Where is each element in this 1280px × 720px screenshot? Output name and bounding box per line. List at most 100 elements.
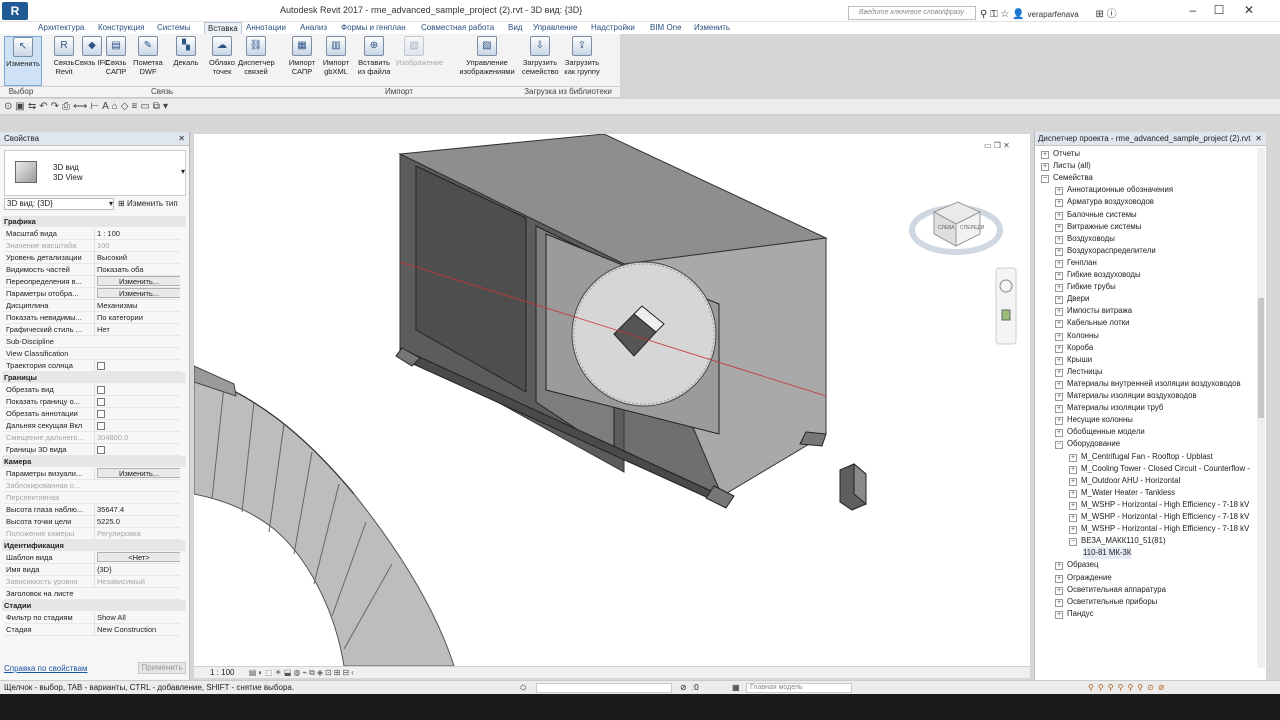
ribbon-panel-label[interactable]: Загрузка из библиотеки (516, 86, 620, 96)
expand-icon[interactable]: + (1055, 574, 1063, 583)
property-value[interactable]: 100 (94, 240, 180, 251)
workset-selector[interactable] (536, 683, 672, 693)
tree-item[interactable]: + Листы (all) (1041, 160, 1091, 172)
view-window-controls[interactable]: ▭ ❐ ✕ (984, 141, 1010, 150)
property-row[interactable]: Переопределения в... Изменить... (4, 276, 180, 288)
expand-icon[interactable]: + (1055, 320, 1063, 329)
property-value[interactable]: Высокий (94, 252, 180, 263)
switch-windows-icon[interactable]: ⧉ (153, 101, 163, 112)
worksets-icon[interactable]: ⛭ (520, 681, 526, 694)
property-value[interactable]: 35647.4 (94, 504, 180, 515)
property-row[interactable]: Масштаб вида 1 : 100 (4, 228, 180, 240)
expand-icon[interactable]: + (1055, 247, 1063, 256)
apply-button[interactable]: Применить (138, 662, 186, 674)
ribbon-button-14[interactable]: ⇪ Загрузить как группу (564, 36, 600, 86)
tree-item[interactable]: + M_WSHP - Horizontal - High Efficiency -… (1069, 523, 1249, 535)
tree-item[interactable]: + Воздуховоды (1055, 233, 1115, 245)
expand-icon[interactable]: + (1055, 393, 1063, 401)
tree-item[interactable]: + Отчеты (1041, 148, 1080, 160)
property-row[interactable]: Имя вида {3D} (4, 564, 180, 576)
subscription-icon[interactable]: ⚿ (990, 9, 998, 20)
property-checkbox[interactable] (94, 420, 180, 431)
property-row[interactable]: Параметры визуали... Изменить... (4, 468, 180, 480)
expand-icon[interactable]: + (1055, 272, 1063, 280)
close-icon[interactable]: ✕ (1255, 132, 1262, 146)
tab-0[interactable]: Архитектура (38, 22, 84, 34)
tab-2[interactable]: Системы (157, 22, 191, 34)
tree-item[interactable]: 110-81 МК-3К (1083, 547, 1132, 560)
expand-icon[interactable]: + (1069, 514, 1077, 522)
property-row[interactable]: Обрезать вид (4, 384, 180, 396)
property-row[interactable]: Фильтр по стадиям Show All (4, 612, 180, 624)
tree-item[interactable]: + M_Centrifugal Fan - Rooftop - Upblast (1069, 451, 1213, 463)
collapse-icon[interactable]: − (1069, 538, 1077, 547)
tree-item[interactable]: + Витражные системы (1055, 221, 1141, 233)
property-value[interactable]: Показать оба (94, 264, 180, 275)
tab-9[interactable]: Управление (533, 22, 577, 34)
property-edit-button[interactable]: Изменить... (94, 468, 180, 479)
property-row[interactable]: Высота глаза наблю... 35647.4 (4, 504, 180, 516)
3d-view-icon[interactable]: ⌂ (112, 101, 121, 112)
design-options-icon[interactable]: ▦ (732, 681, 740, 694)
revit-app-menu-button[interactable]: R (2, 2, 28, 20)
property-row[interactable]: View Classification (4, 348, 180, 360)
tree-item[interactable]: + M_Water Heater - Tankless (1069, 487, 1175, 499)
tree-item[interactable]: + Крыши (1055, 354, 1092, 366)
property-value[interactable]: New Construction (94, 624, 180, 635)
property-row[interactable]: Заблокированная о... (4, 480, 180, 492)
view-controls-icons[interactable]: ▤◐⬚☀⬓◍⌁⧉◈⊡⊞⊟‹ (249, 668, 356, 677)
expand-icon[interactable]: + (1055, 610, 1063, 619)
tab-4[interactable]: Аннотации (246, 22, 286, 34)
ribbon-button-4[interactable]: ✎ Пометка DWF (130, 36, 166, 86)
expand-icon[interactable]: + (1055, 308, 1063, 317)
ribbon-button-5[interactable]: ▚ Декаль (168, 36, 204, 86)
property-row[interactable]: Дальняя секущая Вкл (4, 420, 180, 432)
expand-icon[interactable]: + (1055, 235, 1063, 244)
open-icon[interactable]: ⊙ (4, 101, 15, 112)
property-edit-button[interactable]: <Нет> (94, 552, 180, 563)
minimize-button[interactable]: – (1184, 3, 1202, 17)
property-group-camera[interactable]: Камера (2, 456, 186, 467)
tree-item[interactable]: + Короба (1055, 342, 1093, 354)
3d-viewport[interactable]: СЛЕВА СПЕРЕДИ ▭ ❐ ✕ (194, 134, 1030, 666)
property-row[interactable]: Обрезать аннотации (4, 408, 180, 420)
tree-item[interactable]: + Материалы внутренней изоляции воздухово… (1055, 378, 1241, 390)
user-icon[interactable]: 👤 (1012, 9, 1024, 20)
tab-1[interactable]: Конструкция (98, 22, 144, 34)
expand-icon[interactable]: + (1055, 405, 1063, 414)
section-icon[interactable]: ◇ (121, 101, 132, 112)
expand-icon[interactable]: + (1055, 259, 1063, 268)
expand-icon[interactable]: + (1055, 199, 1063, 208)
tree-item[interactable]: + Гибкие трубы (1055, 281, 1116, 293)
property-edit-button[interactable]: Изменить... (94, 276, 180, 287)
selection-toggle-icons[interactable]: ⚲⚲⚲⚲⚲⚲⊙⊘ (1088, 681, 1169, 694)
tree-item[interactable]: + Осветительные приборы (1055, 596, 1157, 608)
tree-item[interactable]: + Балочные системы (1055, 209, 1137, 221)
text-icon[interactable]: A (102, 101, 112, 112)
property-row[interactable]: Дисциплина Механизмы (4, 300, 180, 312)
tab-11[interactable]: BIM One (650, 22, 682, 34)
expand-icon[interactable]: + (1069, 453, 1077, 462)
close-button[interactable]: ✕ (1240, 3, 1258, 17)
ribbon-button-3[interactable]: ▤ Связь САПР (98, 36, 134, 86)
property-value[interactable]: Независимый (94, 576, 180, 587)
tree-item[interactable]: + M_Outdoor AHU - Horizontal (1069, 475, 1180, 487)
property-row[interactable]: Значение масштаба 100 (4, 240, 180, 252)
expand-icon[interactable]: + (1055, 586, 1063, 595)
ribbon-button-11[interactable]: ▧ Изображение (396, 36, 443, 86)
property-group-phases[interactable]: Стадии (2, 600, 186, 611)
viewcube[interactable]: СЛЕВА СПЕРЕДИ (909, 201, 1003, 255)
property-row[interactable]: Уровень детализации Высокий (4, 252, 180, 264)
property-value[interactable]: Нет (94, 324, 180, 335)
tree-item[interactable]: − Семейства (1041, 172, 1093, 184)
expand-icon[interactable]: + (1069, 465, 1077, 474)
property-group-identity[interactable]: Идентификация (2, 540, 186, 551)
property-row[interactable]: Перспективная (4, 492, 180, 504)
tree-item[interactable]: + Колонны (1055, 330, 1099, 342)
ribbon-panel-label[interactable]: Связь (42, 86, 282, 96)
tree-item[interactable]: + Образец (1055, 559, 1098, 571)
expand-icon[interactable]: + (1055, 598, 1063, 607)
print-icon[interactable]: ⎙ (62, 101, 73, 112)
property-checkbox[interactable] (94, 360, 180, 371)
property-edit-button[interactable]: Изменить... (94, 288, 180, 299)
